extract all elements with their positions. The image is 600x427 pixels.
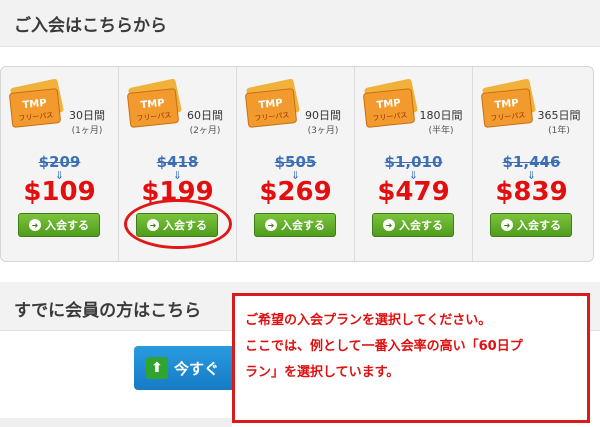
join-section-title: ご入会はこちらから [14, 16, 167, 36]
plan-duration: 365日間 [537, 109, 581, 122]
callout-line-3: ラン」を選択しています。 [245, 365, 400, 380]
plan-months: (1年) [548, 126, 570, 136]
callout-line-1: ご希望の入会プランを選択してください。 [245, 313, 492, 328]
price: $839 [495, 177, 568, 207]
plan-duration: 180日間 [419, 109, 463, 122]
member-section-title: すでに会員の方はこちら [14, 301, 202, 321]
price: $109 [23, 177, 96, 207]
plan-duration: 30日間 [69, 109, 105, 122]
arrow-up-icon: ⬆ [146, 357, 168, 379]
login-button[interactable]: ⬆ 今すぐ [134, 346, 244, 390]
plan-365-days: TMP フリーパス 365日間 (1年) $1,446 ⇓ $839 ➜ 入会す… [473, 67, 590, 261]
join-icon: ➜ [29, 219, 41, 231]
join-button-label: 入会する [45, 219, 89, 232]
join-button-label: 入会する [281, 219, 325, 232]
plan-months: (1ヶ月) [71, 126, 103, 136]
plans-container: TMP フリーパス 30日間 (1ヶ月) $209 ⇓ $109 ➜ 入会する … [0, 66, 594, 262]
join-icon: ➜ [501, 219, 513, 231]
login-button-label: 今すぐ [174, 359, 220, 378]
plan-90-days: TMP フリーパス 90日間 (3ヶ月) $505 ⇓ $269 ➜ 入会する [237, 67, 355, 261]
callout-line-2: ここでは、例として一番入会率の高い「60日プ [245, 339, 523, 354]
join-button-90[interactable]: ➜ 入会する [254, 213, 336, 237]
plan-duration: 90日間 [305, 109, 341, 122]
join-icon: ➜ [383, 219, 395, 231]
ticket-icon: TMP フリーパス [9, 79, 64, 128]
plan-months: (2ヶ月) [189, 126, 221, 136]
plan-duration: 60日間 [187, 109, 223, 122]
price: $479 [377, 177, 450, 207]
ticket-icon: TMP フリーパス [245, 79, 300, 128]
join-button-label: 入会する [399, 219, 443, 232]
ticket-icon: TMP フリーパス [363, 79, 418, 128]
plan-months: (3ヶ月) [307, 126, 339, 136]
divider [0, 418, 232, 427]
plan-180-days: TMP フリーパス 180日間 (半年) $1,010 ⇓ $479 ➜ 入会す… [355, 67, 473, 261]
join-button-365[interactable]: ➜ 入会する [490, 213, 572, 237]
join-section-header: ご入会はこちらから [0, 0, 600, 47]
ticket-icon: TMP フリーパス [127, 79, 182, 128]
plan-30-days: TMP フリーパス 30日間 (1ヶ月) $209 ⇓ $109 ➜ 入会する [1, 67, 119, 261]
join-icon: ➜ [265, 219, 277, 231]
price: $269 [259, 177, 332, 207]
instruction-callout: ご希望の入会プランを選択してください。 ここでは、例として一番入会率の高い「60… [232, 293, 590, 423]
join-button-30[interactable]: ➜ 入会する [18, 213, 100, 237]
join-button-label: 入会する [517, 219, 561, 232]
highlight-circle [124, 199, 232, 249]
ticket-icon: TMP フリーパス [481, 79, 536, 128]
join-button-180[interactable]: ➜ 入会する [372, 213, 454, 237]
plan-months: (半年) [428, 126, 454, 136]
